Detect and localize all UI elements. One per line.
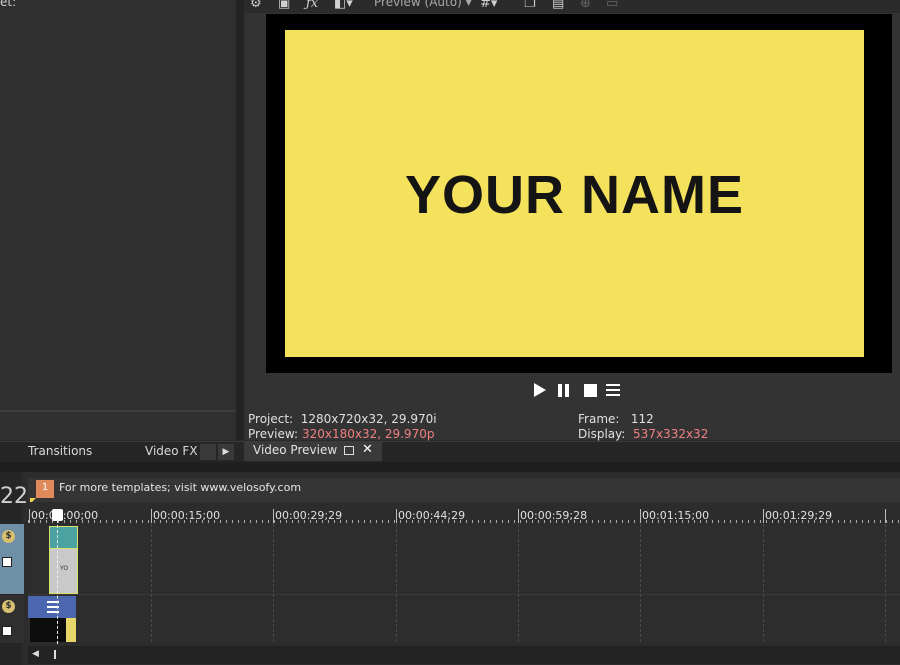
display-label: Display: xyxy=(578,427,626,441)
split-screen-icon[interactable]: ◧▾ xyxy=(334,0,353,12)
tab-scroll-left-button[interactable] xyxy=(200,444,216,460)
audio-track[interactable] xyxy=(28,595,900,643)
fx-icon[interactable]: $ xyxy=(2,600,15,613)
ruler-label: 00:00:44;29 xyxy=(398,509,466,522)
playhead-cursor[interactable] xyxy=(57,520,59,644)
horizontal-scrollbar[interactable] xyxy=(28,646,900,664)
grid-line xyxy=(151,524,152,642)
ruler-label: 00:01:15;00 xyxy=(642,509,710,522)
panel-splitter[interactable] xyxy=(236,0,244,440)
project-properties-icon[interactable]: ▣ xyxy=(278,0,290,12)
scrollbar-thumb[interactable] xyxy=(54,650,56,659)
preview-quality-dropdown[interactable]: Preview (Auto) ▾ xyxy=(374,0,472,9)
fx-icon[interactable]: $ xyxy=(2,530,15,543)
region-marker-label: For more templates; visit www.velosofy.c… xyxy=(59,481,302,494)
timeline-splitter[interactable] xyxy=(0,462,900,472)
project-label: Project: xyxy=(248,412,294,426)
ruler-major-tick xyxy=(640,509,641,523)
tab-video-preview-label: Video Preview xyxy=(253,443,338,457)
preview-value: 320x180x32, 29.970p xyxy=(301,427,435,441)
panel-title: et: xyxy=(0,0,17,9)
video-track[interactable] xyxy=(28,524,900,595)
audio-clip-fade[interactable] xyxy=(66,618,76,642)
gear-icon[interactable]: ⚙ xyxy=(250,0,262,12)
ruler-major-tick xyxy=(763,509,764,523)
undock-icon[interactable] xyxy=(344,446,354,455)
track-mute-button[interactable] xyxy=(2,557,12,567)
grid-line xyxy=(640,524,641,642)
video-track-header[interactable]: $ xyxy=(0,524,24,594)
region-marker[interactable]: 1 xyxy=(36,480,54,498)
ruler-major-tick xyxy=(151,509,152,523)
ruler-major-tick xyxy=(396,509,397,523)
preview-quality-label: Preview (Auto) xyxy=(374,0,462,9)
play-button[interactable] xyxy=(534,383,546,397)
ruler-major-tick xyxy=(885,509,886,523)
ruler-label: 00:00:15;00 xyxy=(153,509,221,522)
preview-label: Preview: xyxy=(248,427,299,441)
grid-line xyxy=(273,524,274,642)
ruler-major-tick xyxy=(29,509,30,523)
grid-line xyxy=(885,524,886,642)
grid-line xyxy=(763,524,764,642)
video-clip-header[interactable] xyxy=(49,526,78,550)
ruler-label: 00:01:29;29 xyxy=(765,509,833,522)
external-monitor-icon[interactable]: ⊕ xyxy=(580,0,591,12)
project-info: Project: 1280x720x32, 29.970i xyxy=(248,412,437,426)
display-value: 537x332x32 xyxy=(633,427,709,441)
grid-line xyxy=(396,524,397,642)
title-text: YOUR NAME xyxy=(404,165,744,225)
ruler-major-tick xyxy=(518,509,519,523)
stop-button[interactable] xyxy=(584,384,597,397)
transport-menu-button[interactable] xyxy=(606,383,620,398)
overlays-icon[interactable]: ▭ xyxy=(606,0,618,12)
audio-track-header[interactable]: $ xyxy=(0,595,24,643)
pause-button[interactable] xyxy=(558,384,572,397)
display-info: Display: 537x332x32 xyxy=(578,427,708,441)
frame-info: Frame: 112 xyxy=(578,412,654,426)
close-icon[interactable]: ✕ xyxy=(362,441,373,459)
tab-scroll-right-button[interactable]: ▶ xyxy=(218,444,234,460)
grid-icon[interactable]: #▾ xyxy=(480,0,497,12)
save-snapshot-icon[interactable]: ▤ xyxy=(552,0,564,12)
fx-icon[interactable]: ƒx xyxy=(306,0,318,12)
frame-value: 112 xyxy=(630,412,654,426)
explorer-panel xyxy=(0,0,236,440)
panel-divider-horizontal[interactable] xyxy=(0,410,236,412)
scroll-left-arrow-icon[interactable]: ◀ xyxy=(32,648,39,660)
ruler-major-tick xyxy=(273,509,274,523)
tab-transitions[interactable]: Transitions xyxy=(28,442,92,462)
frame-label: Frame: xyxy=(578,412,620,426)
tab-video-fx[interactable]: Video FX xyxy=(145,442,198,462)
ruler-label: 00:00:59;28 xyxy=(520,509,588,522)
time-counter: 22 xyxy=(0,484,28,509)
ruler-label: 00:00:29;29 xyxy=(275,509,343,522)
grid-line xyxy=(518,524,519,642)
preview-toolbar: ⚙ ▣ ƒx ◧▾ #▾ ❐ ▤ ⊕ ▭ xyxy=(244,0,900,13)
clip-thumbnail-label: YO xyxy=(60,565,69,572)
project-value: 1280x720x32, 29.970i xyxy=(300,412,437,426)
track-mute-button[interactable] xyxy=(2,626,12,636)
copy-snapshot-icon[interactable]: ❐ xyxy=(524,0,536,12)
ruler-label: 00:00:00;00 xyxy=(31,509,99,522)
preview-info: Preview: 320x180x32, 29.970p xyxy=(248,427,434,441)
